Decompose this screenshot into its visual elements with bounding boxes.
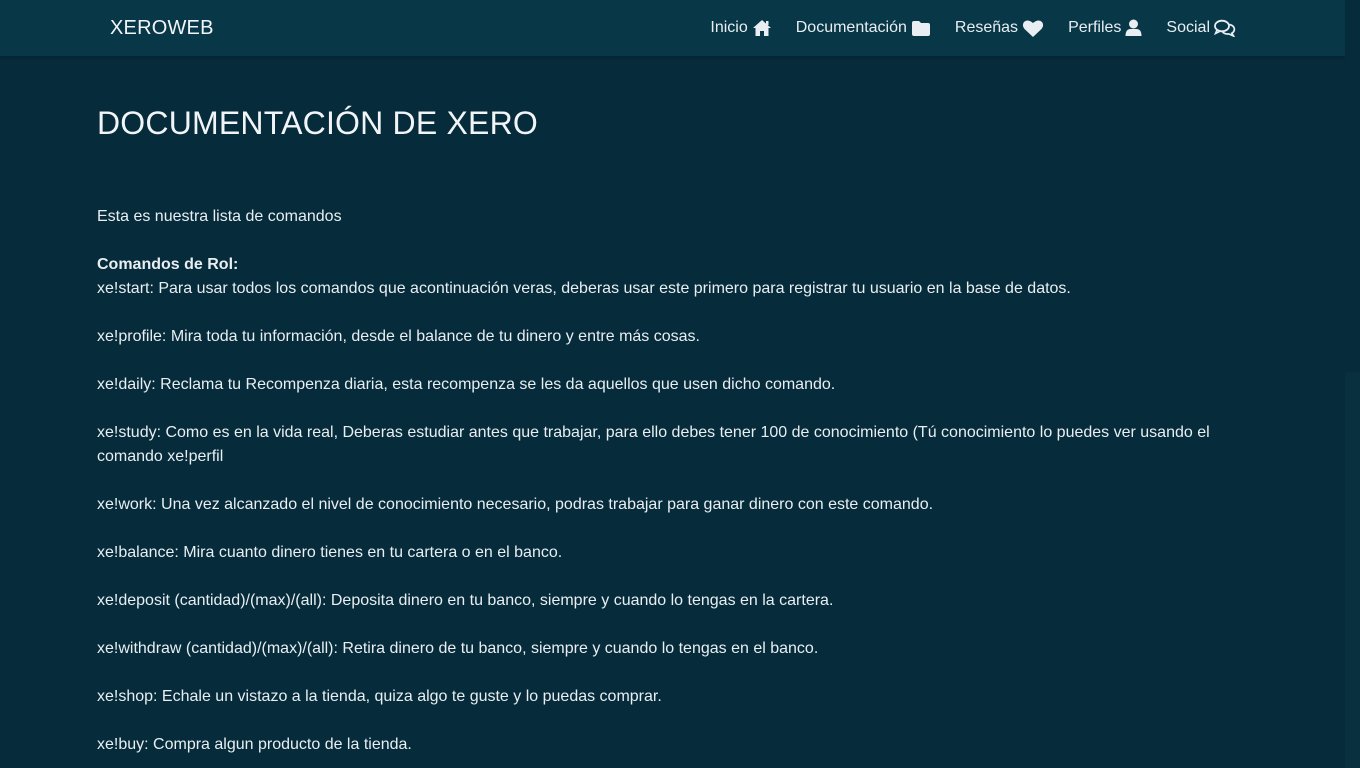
page-title: DOCUMENTACIÓN DE XERO	[97, 105, 538, 141]
folder-icon	[911, 20, 931, 37]
command-item: xe!study: Como es en la vida real, Deber…	[97, 424, 1210, 465]
nav-item-documentacion[interactable]: Documentación	[796, 19, 931, 37]
nav-item-social[interactable]: Social	[1166, 19, 1236, 37]
command-item: xe!withdraw (cantidad)/(max)/(all): Reti…	[97, 640, 819, 657]
home-icon	[752, 19, 772, 37]
nav-item-label: Inicio	[710, 19, 748, 36]
comments-icon	[1214, 19, 1236, 37]
main-content: DOCUMENTACIÓN DE XERO Esta es nuestra li…	[97, 104, 1227, 768]
nav-menu: Inicio Documentación Reseñas Perfiles So…	[710, 0, 1236, 56]
command-item: xe!shop: Echale un vistazo a la tienda, …	[97, 688, 662, 705]
heart-icon	[1022, 19, 1044, 38]
nav-item-label: Documentación	[795, 19, 907, 36]
page: XEROWEB Inicio Documentación Reseñas Per…	[0, 0, 1360, 768]
nav-item-resenas[interactable]: Reseñas	[955, 19, 1044, 38]
command-item: xe!profile: Mira toda tu información, de…	[97, 328, 700, 345]
command-item: xe!work: Una vez alcanzado el nivel de c…	[97, 496, 934, 513]
nav-item-inicio[interactable]: Inicio	[710, 19, 771, 37]
navbar: XEROWEB Inicio Documentación Reseñas Per…	[0, 0, 1345, 56]
nav-item-perfiles[interactable]: Perfiles	[1068, 19, 1142, 37]
nav-item-label: Social	[1166, 19, 1210, 36]
scrollbar-thumb[interactable]	[1345, 372, 1360, 768]
command-item: xe!deposit (cantidad)/(max)/(all): Depos…	[97, 592, 834, 609]
section-title: Comandos de Rol:	[97, 256, 239, 273]
brand-link[interactable]: XEROWEB	[110, 17, 214, 40]
command-item: xe!daily: Reclama tu Recompenza diaria, …	[97, 376, 836, 393]
nav-item-label: Perfiles	[1068, 19, 1122, 36]
user-icon	[1125, 19, 1142, 37]
command-item: xe!start: Para usar todos los comandos q…	[97, 280, 1071, 297]
nav-item-label: Reseñas	[954, 19, 1019, 36]
intro-text: Esta es nuestra lista de comandos	[97, 208, 342, 225]
command-item: xe!buy: Compra algun producto de la tien…	[97, 736, 412, 753]
command-item: xe!balance: Mira cuanto dinero tienes en…	[97, 544, 563, 561]
scrollbar[interactable]	[1345, 0, 1360, 768]
